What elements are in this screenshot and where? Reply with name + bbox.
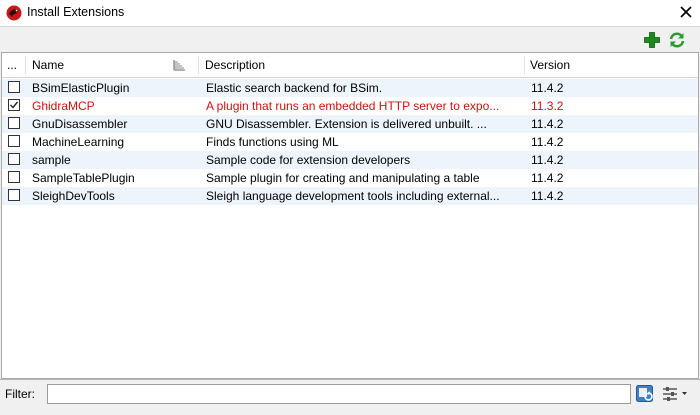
close-x-icon[interactable] [677,3,695,21]
install-checkbox[interactable] [8,135,20,147]
refresh-icon[interactable] [668,31,686,49]
install-checkbox[interactable] [8,99,20,111]
sort-order-icon[interactable] [173,59,186,71]
column-header-description[interactable]: Description [205,53,265,77]
table-row[interactable]: MachineLearning Finds functions using ML 1… [2,133,698,151]
table-row[interactable]: GnuDisassembler GNU Disassembler. Extensi… [2,115,698,133]
extensions-table: ... Name Description Version BSimElastic… [1,52,699,379]
extension-version: 11.4.2 [531,117,564,131]
window-title: Install Extensions [27,5,125,19]
ghidra-dragon-icon [6,5,22,21]
table-row[interactable]: GhidraMCP A plugin that runs an embedded … [2,97,698,115]
column-header-checkbox[interactable]: ... [7,53,17,77]
install-checkbox[interactable] [8,81,20,93]
column-header-name[interactable]: Name [32,53,64,77]
table-row[interactable]: sample Sample code for extension develope… [2,151,698,169]
install-checkbox[interactable] [8,171,20,183]
table-row[interactable]: SampleTablePlugin Sample plugin for creat… [2,169,698,187]
install-checkbox[interactable] [8,117,20,129]
table-row[interactable]: BSimElasticPlugin Elastic search backend … [2,79,698,97]
filter-bar: Filter: [0,379,700,409]
extension-name: SampleTablePlugin [32,171,135,185]
extension-description: Sample plugin for creating and manipulat… [206,171,480,185]
filter-label: Filter: [5,387,35,401]
table-row[interactable]: SleighDevTools Sleigh language developmen… [2,187,698,205]
column-divider[interactable] [198,56,199,74]
filter-refresh-icon[interactable] [636,385,653,402]
extension-name: GnuDisassembler [32,117,128,131]
filter-options-icon[interactable] [662,385,688,402]
extension-description: Elastic search backend for BSim. [206,81,383,95]
install-checkbox[interactable] [8,153,20,165]
extension-description: Sample code for extension developers [206,153,411,167]
title-bar: Install Extensions [0,0,700,26]
extension-name: MachineLearning [32,135,125,149]
extension-name: GhidraMCP [32,99,95,113]
extension-name: sample [32,153,71,167]
add-plus-icon[interactable] [643,31,661,49]
extension-version: 11.4.2 [531,153,564,167]
extension-description: Finds functions using ML [206,135,339,149]
extension-name: BSimElasticPlugin [32,81,130,95]
extension-version: 11.4.2 [531,189,564,203]
column-header-version[interactable]: Version [530,53,570,77]
column-divider[interactable] [524,56,525,74]
extension-version: 11.3.2 [531,99,564,113]
extension-version: 11.4.2 [531,171,564,185]
extension-version: 11.4.2 [531,81,564,95]
toolbar [0,26,700,52]
column-divider[interactable] [25,56,26,74]
extension-version: 11.4.2 [531,135,564,149]
extension-description: Sleigh language development tools includ… [206,189,500,203]
checkmark-icon [10,101,19,109]
filter-input[interactable] [47,384,631,404]
table-header: ... Name Description Version [2,53,698,78]
extension-name: SleighDevTools [32,189,115,203]
extension-description: A plugin that runs an embedded HTTP serv… [206,99,500,113]
install-checkbox[interactable] [8,189,20,201]
extension-description: GNU Disassembler. Extension is delivered… [206,117,487,131]
